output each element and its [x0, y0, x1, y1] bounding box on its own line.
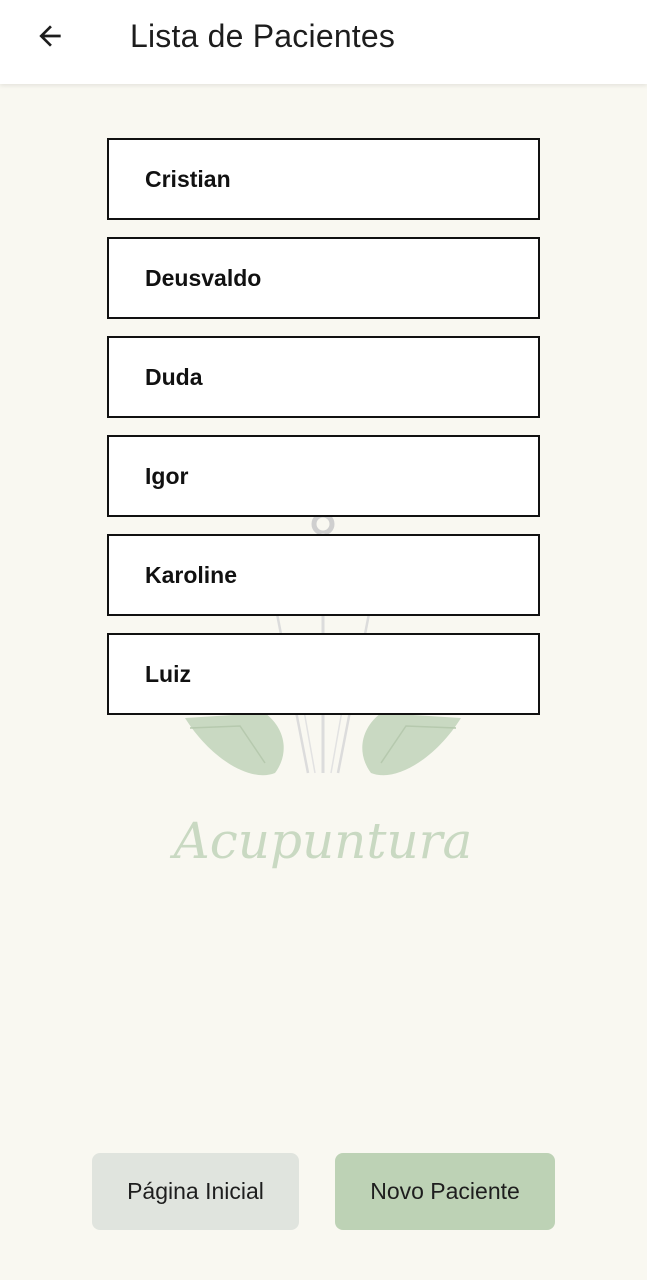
app-bar: Lista de Pacientes: [0, 0, 647, 84]
patient-name: Duda: [145, 363, 203, 390]
patient-name: Luiz: [145, 660, 191, 687]
patient-item-luiz[interactable]: Luiz: [107, 633, 540, 715]
patient-name: Karoline: [145, 561, 238, 588]
patient-item-duda[interactable]: Duda: [107, 336, 540, 418]
patient-item-deusvaldo[interactable]: Deusvaldo: [107, 237, 540, 319]
page-title: Lista de Pacientes: [130, 18, 396, 54]
patient-name: Deusvaldo: [145, 264, 262, 291]
new-patient-button[interactable]: Novo Paciente: [335, 1153, 555, 1230]
patient-item-karoline[interactable]: Karoline: [107, 534, 540, 616]
patient-name: Igor: [145, 462, 189, 489]
patient-item-cristian[interactable]: Cristian: [107, 138, 540, 220]
home-page-button[interactable]: Página Inicial: [92, 1153, 299, 1230]
patient-name: Cristian: [145, 165, 231, 192]
patient-list: Cristian Deusvaldo Duda Igor Karoline Lu…: [107, 138, 540, 732]
arrow-left-icon: [39, 25, 61, 47]
watermark-text: Acupuntura: [170, 812, 473, 870]
back-button[interactable]: [26, 12, 74, 60]
patient-item-igor[interactable]: Igor: [107, 435, 540, 517]
